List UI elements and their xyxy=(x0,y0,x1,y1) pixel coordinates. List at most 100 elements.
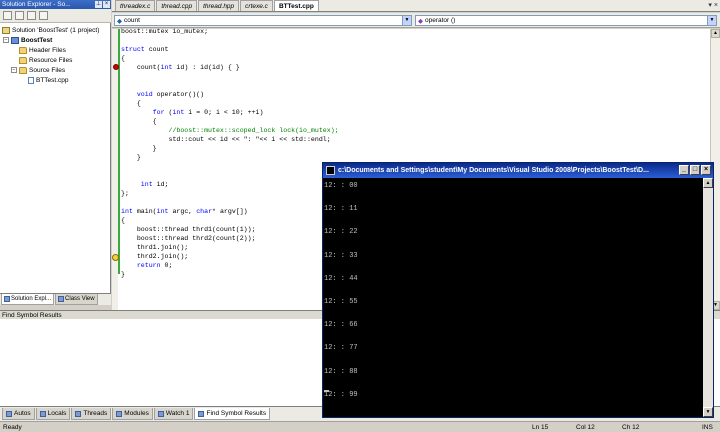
code-line: //boost::mutex::scoped_lock lock(io_mute… xyxy=(168,127,339,134)
breakpoint-icon[interactable] xyxy=(113,64,119,70)
tree-item-header-files[interactable]: Header Files xyxy=(0,45,111,55)
console-line: 12: : 11 xyxy=(324,205,358,214)
code-line: std::cout << id << ": "<< i << std::endl… xyxy=(121,136,331,143)
collapse-icon[interactable]: − xyxy=(3,37,9,43)
tree-item-solution[interactable]: Solution 'BoostTest' (1 project) xyxy=(0,25,111,35)
modules-icon xyxy=(116,410,123,417)
close-document-icon[interactable]: × xyxy=(714,2,718,9)
solution-explorer-panel: Solution Explorer - So... ⊥ × Solution 'B… xyxy=(0,0,111,305)
tab-locals[interactable]: Locals xyxy=(35,408,71,420)
console-title-bar[interactable]: c:\Documents and Settings\student\My Doc… xyxy=(323,163,713,178)
console-output[interactable]: 12: : 00 12: : 11 12: : 22 12: : 33 12: : 44… xyxy=(323,178,703,417)
cpp-file-icon xyxy=(28,76,34,84)
tree-item-bttest-cpp[interactable]: BTTest.cpp xyxy=(0,75,111,85)
watch-icon xyxy=(157,410,164,417)
solution-explorer-title-bar[interactable]: Solution Explorer - So... ⊥ × xyxy=(0,0,111,9)
tab-bttest-cpp[interactable]: BTTest.cpp xyxy=(273,0,319,11)
tab-thread-cpp[interactable]: thread.cpp xyxy=(156,0,198,11)
properties-icon[interactable] xyxy=(3,11,12,20)
solution-explorer-tabs: Solution Expl... Class View xyxy=(0,293,111,305)
tree-item-label: BoostTest xyxy=(21,36,53,44)
minimize-icon[interactable]: _ xyxy=(679,165,689,175)
console-window-buttons: _ □ × xyxy=(679,165,711,175)
tab-thread-hpp[interactable]: thread.hpp xyxy=(198,0,240,11)
tab-label: threadex.c xyxy=(120,2,151,10)
class-icon: ◆ xyxy=(117,17,122,25)
close-icon[interactable]: × xyxy=(103,1,110,8)
console-line: 12: : 77 xyxy=(324,344,358,353)
tab-label: Locals xyxy=(47,410,67,417)
tab-autos[interactable]: Autos xyxy=(2,408,35,420)
tree-item-label: Resource Files xyxy=(29,56,73,64)
tab-class-view[interactable]: Class View xyxy=(55,294,98,305)
code-line: } xyxy=(121,271,125,278)
console-window[interactable]: c:\Documents and Settings\student\My Doc… xyxy=(322,162,714,418)
code-line: return 0; xyxy=(136,262,173,269)
console-vertical-scrollbar[interactable]: ▲ ▼ xyxy=(703,178,713,417)
find-symbol-title: Find Symbol Results xyxy=(2,311,62,319)
scope-dropdown[interactable]: ◆ count ▼ xyxy=(114,15,412,26)
member-dropdown[interactable]: ◆ operator () ▼ xyxy=(415,15,717,26)
code-line: thrd1.join(); xyxy=(121,244,189,251)
chevron-down-icon[interactable]: ▼ xyxy=(707,16,716,25)
console-line: 12: : 44 xyxy=(324,274,358,283)
code-line: { xyxy=(121,118,157,125)
tree-item-source-files[interactable]: − Source Files xyxy=(0,65,111,75)
code-line: void operator()() xyxy=(136,91,205,98)
folder-icon xyxy=(19,56,27,64)
tab-crtexe-c[interactable]: crtexe.c xyxy=(240,0,273,11)
find-symbol-icon xyxy=(198,410,205,417)
console-line: 12: : 66 xyxy=(324,321,358,330)
status-column: Col 12 xyxy=(576,424,595,431)
chevron-down-icon[interactable]: ▼ xyxy=(402,16,411,25)
scroll-up-icon[interactable]: ▲ xyxy=(703,178,713,188)
tab-threads[interactable]: Threads xyxy=(71,408,112,420)
tab-solution-explorer[interactable]: Solution Expl... xyxy=(1,294,55,305)
code-line: count(int id) : id(id) { } xyxy=(121,64,240,71)
code-line: boost::mutex io_mutex; xyxy=(121,28,209,35)
class-view-icon xyxy=(58,296,65,302)
scroll-down-icon[interactable]: ▼ xyxy=(703,407,713,417)
tree-item-resource-files[interactable]: Resource Files xyxy=(0,55,111,65)
code-line: boost::thread thrd2(count(2)); xyxy=(121,235,256,242)
active-files-dropdown-icon[interactable]: ▾ xyxy=(708,1,712,9)
collapse-icon[interactable]: − xyxy=(11,67,17,73)
tab-strip-buttons: ▾ × xyxy=(708,1,718,10)
code-line: }; xyxy=(121,190,129,197)
view-class-diagram-icon[interactable] xyxy=(39,11,48,20)
locals-icon xyxy=(39,410,46,417)
scroll-up-icon[interactable]: ▲ xyxy=(711,29,720,38)
tab-watch-1[interactable]: Watch 1 xyxy=(153,408,194,420)
tree-item-label: BTTest.cpp xyxy=(36,76,69,84)
tab-modules[interactable]: Modules xyxy=(112,408,153,420)
show-all-files-icon[interactable] xyxy=(15,11,24,20)
tree-item-project[interactable]: − BoostTest xyxy=(0,35,111,45)
console-line: 12: : 22 xyxy=(324,228,358,237)
refresh-icon[interactable] xyxy=(27,11,36,20)
member-value: operator () xyxy=(425,17,456,24)
code-line: for (int i = 0; i < 10; ++i) xyxy=(152,109,264,116)
solution-tree: Solution 'BoostTest' (1 project) − Boost… xyxy=(0,24,111,85)
document-tab-strip: threadex.c thread.cpp thread.hpp crtexe.… xyxy=(112,0,720,12)
console-title: c:\Documents and Settings\student\My Doc… xyxy=(338,167,649,174)
code-line: { xyxy=(121,100,141,107)
code-line: { xyxy=(121,55,125,62)
code-line: } xyxy=(121,154,141,161)
close-icon[interactable]: × xyxy=(701,165,711,175)
tab-threadex-c[interactable]: threadex.c xyxy=(115,0,156,11)
console-line: 12: : 88 xyxy=(324,367,358,376)
console-line: 12: : 55 xyxy=(324,298,358,306)
maximize-icon[interactable]: □ xyxy=(690,165,700,175)
console-line: 12: : 33 xyxy=(324,251,358,260)
code-line: boost::thread thrd1(count(1)); xyxy=(121,226,256,233)
tab-label: crtexe.c xyxy=(245,2,268,10)
tab-find-symbol-results[interactable]: Find Symbol Results xyxy=(194,408,271,420)
console-icon xyxy=(326,166,335,175)
current-statement-arrow-icon xyxy=(112,254,119,261)
method-icon: ◆ xyxy=(418,17,423,25)
solution-explorer-icon xyxy=(4,296,10,302)
pin-icon[interactable]: ⊥ xyxy=(95,1,102,8)
